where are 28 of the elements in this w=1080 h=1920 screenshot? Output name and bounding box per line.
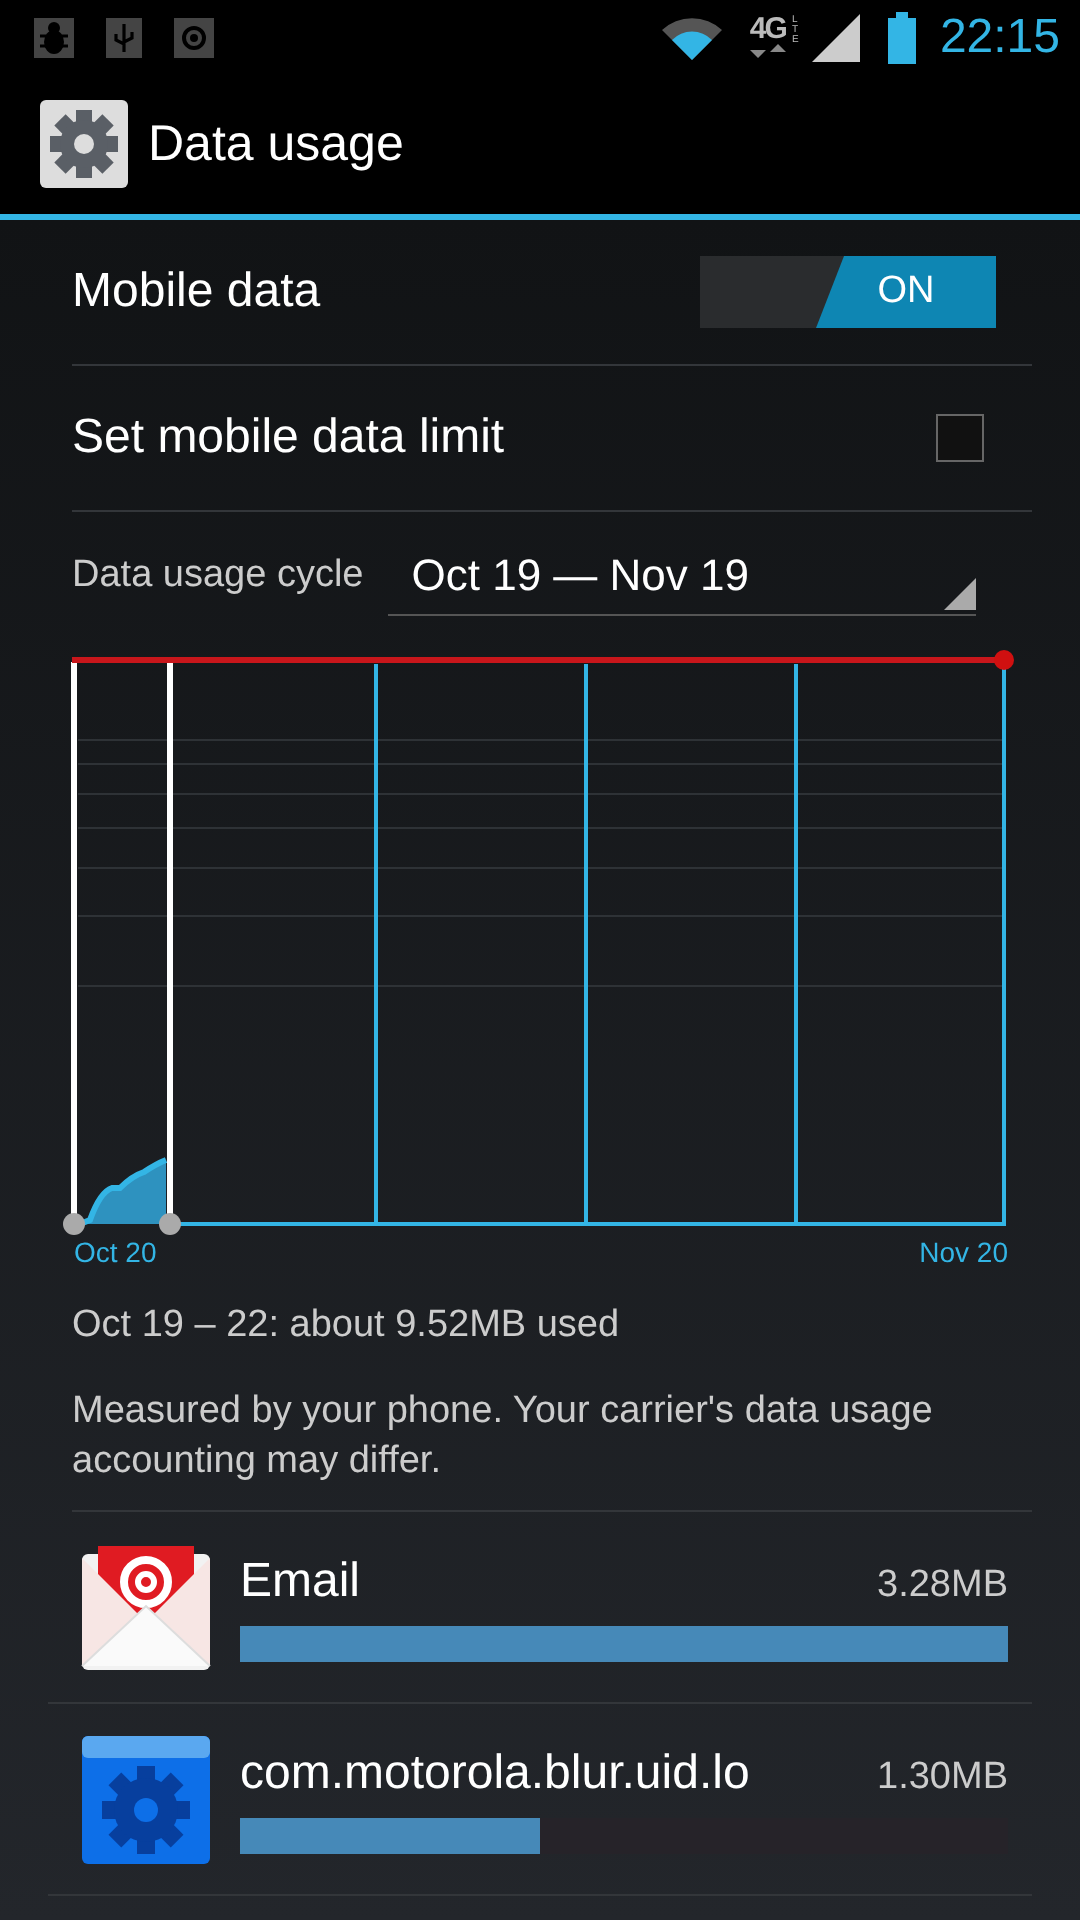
axis-label: Oct 20 xyxy=(74,1236,157,1268)
data-amount: 3.28MB xyxy=(877,1563,1008,1607)
toggle-switch[interactable]: ON xyxy=(700,256,996,328)
setting-label: Set mobile data limit xyxy=(72,410,505,466)
range-marker[interactable] xyxy=(159,662,181,1235)
axis-label: Nov 20 xyxy=(919,1236,1008,1268)
app-name: Email xyxy=(240,1553,361,1609)
dropdown-arrow-icon xyxy=(943,578,976,610)
data-amount: 1.30MB xyxy=(877,1755,1008,1799)
cycle-dropdown[interactable]: Oct 19 — Nov 19 xyxy=(387,536,976,616)
usb-icon xyxy=(106,17,142,57)
setting-label: Mobile data xyxy=(72,264,321,320)
cycle-label: Data usage cycle xyxy=(72,554,364,598)
email-app-icon xyxy=(80,1541,212,1673)
app-name: com.motorola.blur.uid.lo xyxy=(240,1745,750,1801)
gear-app-icon xyxy=(80,1733,212,1865)
wifi-icon xyxy=(661,15,722,59)
battery-icon xyxy=(887,11,916,63)
usage-area xyxy=(78,1157,168,1227)
signal-icon xyxy=(811,13,860,61)
settings-icon[interactable] xyxy=(40,100,128,188)
clock-time: 22:15 xyxy=(939,9,1060,65)
bug-icon xyxy=(34,17,74,57)
checkbox[interactable] xyxy=(936,414,984,462)
screen-title: Data usage xyxy=(148,115,404,173)
usage-summary-text: Oct 19 – 22: about 9.52MB used xyxy=(72,1302,622,1350)
disclaimer-text: Measured by your phone. Your carrier's data usage accounting may differ. xyxy=(72,1386,1032,1512)
range-marker[interactable] xyxy=(63,662,85,1235)
